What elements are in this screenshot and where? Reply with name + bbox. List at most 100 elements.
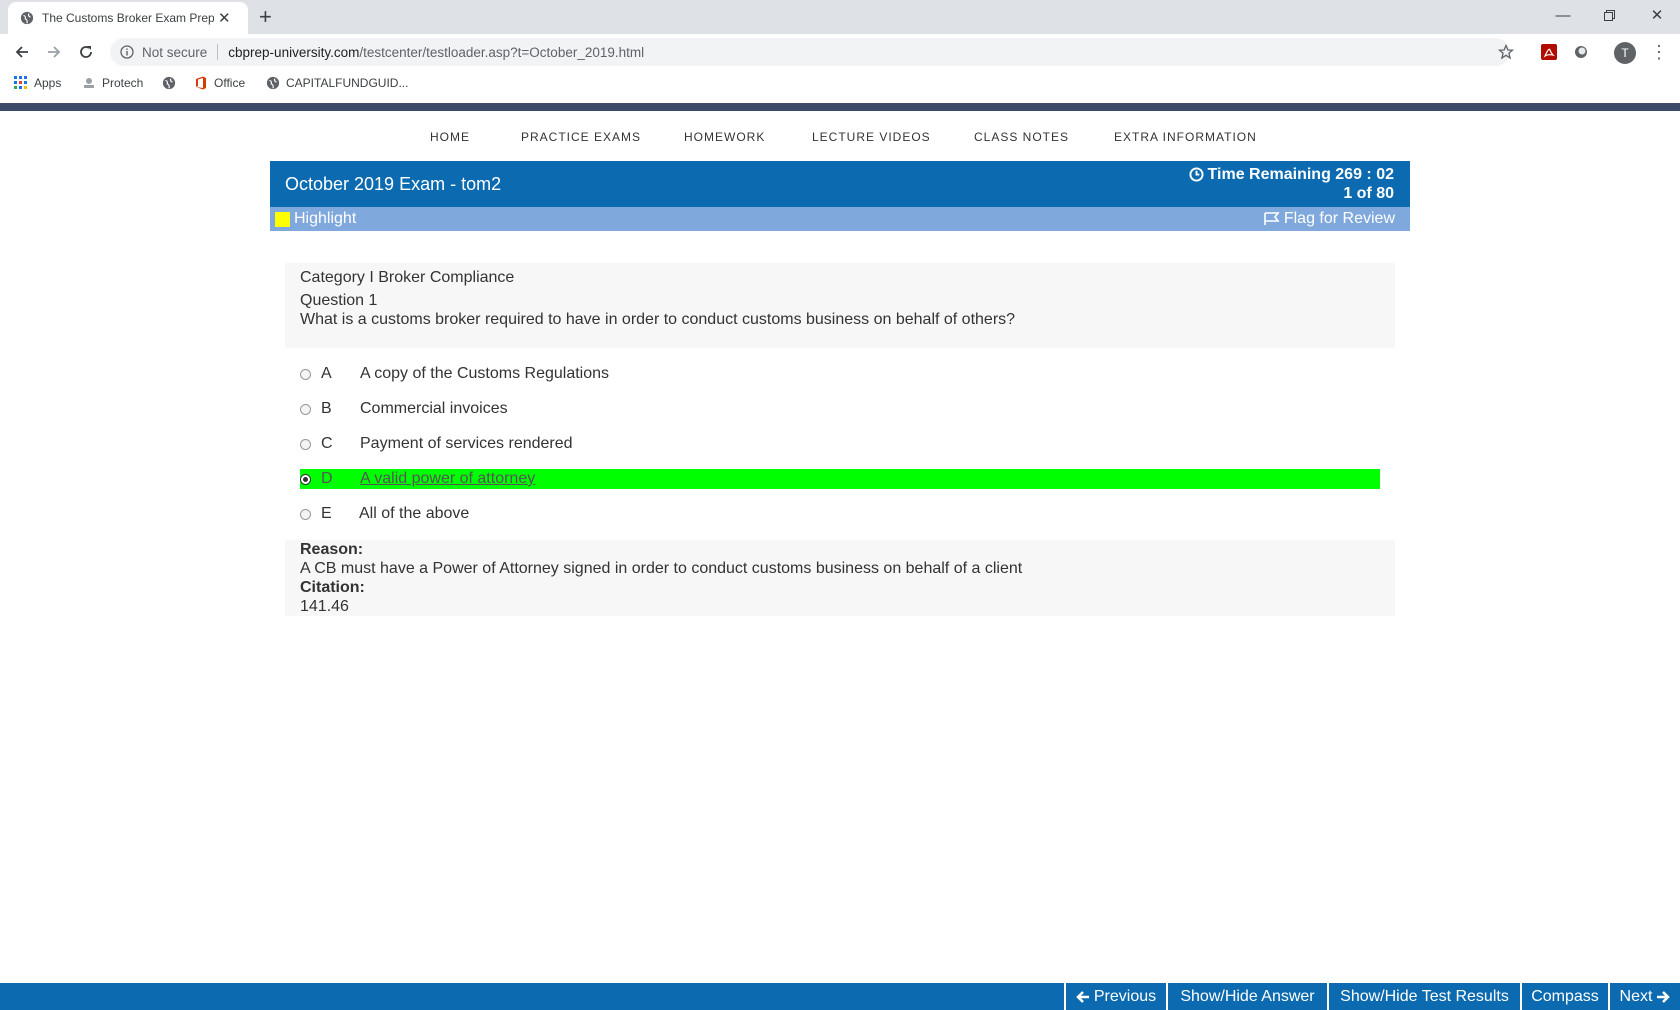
browser-tab[interactable]: The Customs Broker Exam Prep C ✕ bbox=[8, 2, 248, 34]
bookmark-capitalfund[interactable]: CAPITALFUNDGUID... bbox=[266, 76, 408, 90]
back-icon[interactable] bbox=[10, 40, 34, 64]
new-tab-icon[interactable]: + bbox=[259, 4, 272, 30]
globe-icon bbox=[20, 11, 34, 25]
citation-text: 141.46 bbox=[300, 598, 349, 615]
flag-label: Flag for Review bbox=[1283, 210, 1395, 227]
bookmark-label: CAPITALFUNDGUID... bbox=[286, 76, 409, 90]
show-hide-answer-button[interactable]: Show/Hide Answer bbox=[1166, 983, 1327, 1010]
radio-button-selected[interactable] bbox=[300, 473, 311, 485]
extension-icon[interactable] bbox=[1573, 44, 1589, 60]
reason-text: A CB must have a Power of Attorney signe… bbox=[300, 560, 1023, 577]
time-remaining: Time Remaining 269 : 02 bbox=[1207, 166, 1394, 183]
option-letter: E bbox=[321, 505, 332, 522]
option-letter: D bbox=[321, 470, 333, 487]
apps-grid-icon bbox=[14, 76, 27, 89]
pdf-extension-icon[interactable] bbox=[1541, 44, 1557, 60]
question-box: Category I Broker Compliance Question 1 … bbox=[285, 263, 1395, 348]
info-icon[interactable] bbox=[120, 45, 134, 59]
answer-option-a[interactable]: A A copy of the Customs Regulations bbox=[300, 364, 1380, 384]
highlight-button[interactable]: Highlight bbox=[275, 210, 356, 228]
highlight-label: Highlight bbox=[294, 210, 357, 227]
reason-label: Reason: bbox=[300, 541, 364, 558]
exam-header: October 2019 Exam - tom2 Time Remaining … bbox=[270, 161, 1410, 207]
citation-label: Citation: bbox=[300, 579, 365, 596]
forward-icon[interactable] bbox=[42, 40, 66, 64]
page-top-stripe bbox=[0, 103, 1680, 111]
nav-homework[interactable]: HOMEWORK bbox=[684, 130, 765, 144]
nav-practice-exams[interactable]: PRACTICE EXAMS bbox=[521, 130, 641, 144]
bookmark-office[interactable]: Office bbox=[194, 76, 245, 90]
compass-button[interactable]: Compass bbox=[1520, 983, 1608, 1010]
bookmark-label: Apps bbox=[34, 76, 62, 90]
option-text: A valid power of attorney bbox=[360, 470, 536, 487]
restore-icon[interactable] bbox=[1586, 0, 1632, 30]
minimize-icon[interactable]: — bbox=[1540, 0, 1586, 30]
highlight-swatch-icon bbox=[275, 211, 290, 227]
profile-avatar[interactable]: T bbox=[1614, 42, 1636, 64]
reload-icon[interactable] bbox=[74, 40, 98, 64]
radio-button[interactable] bbox=[300, 403, 311, 415]
highlight-bar: Highlight Flag for Review bbox=[270, 207, 1410, 231]
answer-option-d[interactable]: D A valid power of attorney bbox=[300, 469, 1380, 489]
radio-button[interactable] bbox=[300, 508, 311, 520]
option-text: All of the above bbox=[359, 505, 470, 522]
radio-button[interactable] bbox=[300, 438, 311, 450]
previous-label: Previous bbox=[1093, 987, 1157, 1005]
site-nav: HOME PRACTICE EXAMS HOMEWORK LECTURE VID… bbox=[0, 130, 1680, 146]
question-category: Category I Broker Compliance bbox=[300, 269, 515, 286]
answer-option-c[interactable]: C Payment of services rendered bbox=[300, 434, 1380, 454]
option-letter: A bbox=[321, 365, 332, 382]
bookmark-apps[interactable]: Apps bbox=[14, 76, 61, 90]
question-text: What is a customs broker required to hav… bbox=[300, 311, 1016, 328]
reason-box: Reason: A CB must have a Power of Attorn… bbox=[285, 540, 1395, 616]
radio-button[interactable] bbox=[300, 368, 311, 380]
url-text[interactable]: cbprep-university.com/testcenter/testloa… bbox=[228, 45, 644, 60]
close-window-icon[interactable]: ✕ bbox=[1634, 0, 1680, 30]
browser-toolbar: Not secure cbprep-university.com/testcen… bbox=[0, 34, 1680, 70]
arrow-right-icon bbox=[1657, 990, 1671, 1003]
answer-option-e[interactable]: E All of the above bbox=[300, 504, 1380, 524]
previous-button[interactable]: Previous bbox=[1064, 983, 1166, 1010]
address-bar[interactable]: Not secure cbprep-university.com/testcen… bbox=[110, 38, 1510, 66]
answer-option-b[interactable]: B Commercial invoices bbox=[300, 399, 1380, 419]
nav-extra-information[interactable]: EXTRA INFORMATION bbox=[1114, 130, 1257, 144]
nav-lecture-videos[interactable]: LECTURE VIDEOS bbox=[812, 130, 931, 144]
option-text: Payment of services rendered bbox=[360, 435, 573, 452]
exam-timer: Time Remaining 269 : 02 1 of 80 bbox=[1189, 165, 1394, 203]
globe-icon bbox=[162, 76, 176, 90]
bookmark-globe[interactable] bbox=[162, 76, 182, 90]
option-text: Commercial invoices bbox=[360, 400, 508, 417]
url-path: /testcenter/testloader.asp?t=October_201… bbox=[359, 44, 645, 60]
bookmark-label: Protech bbox=[102, 76, 144, 90]
bookmark-protech[interactable]: Protech bbox=[82, 76, 143, 90]
bottom-action-bar: Previous Show/Hide Answer Show/Hide Test… bbox=[0, 983, 1680, 1010]
bookmark-star-icon[interactable] bbox=[1498, 44, 1514, 60]
browser-tabstrip: The Customs Broker Exam Prep C ✕ + — ✕ bbox=[0, 0, 1680, 34]
tab-close-icon[interactable]: ✕ bbox=[218, 9, 231, 27]
arrow-left-icon bbox=[1076, 990, 1089, 1003]
exam-title: October 2019 Exam - tom2 bbox=[285, 174, 502, 194]
flag-icon bbox=[1264, 212, 1280, 225]
question-number: Question 1 bbox=[300, 292, 378, 309]
option-text: A copy of the Customs Regulations bbox=[360, 365, 610, 382]
flag-for-review-button[interactable]: Flag for Review bbox=[1263, 210, 1395, 228]
question-progress: 1 of 80 bbox=[1343, 185, 1394, 202]
next-button[interactable]: Next bbox=[1608, 983, 1680, 1010]
option-letter: C bbox=[321, 435, 333, 452]
address-separator bbox=[217, 44, 219, 60]
protech-icon bbox=[84, 78, 94, 88]
show-hide-results-button[interactable]: Show/Hide Test Results bbox=[1327, 983, 1520, 1010]
nav-home[interactable]: HOME bbox=[430, 130, 470, 144]
next-label: Next bbox=[1619, 987, 1653, 1005]
bookmark-label: Office bbox=[214, 76, 246, 90]
office-icon bbox=[196, 76, 206, 90]
nav-class-notes[interactable]: CLASS NOTES bbox=[974, 130, 1069, 144]
security-label: Not secure bbox=[142, 44, 208, 60]
tab-title: The Customs Broker Exam Prep C bbox=[42, 11, 214, 25]
bookmarks-bar: Apps Protech Office CAPITALFUNDGUID... bbox=[0, 70, 1680, 98]
url-host: cbprep-university.com bbox=[228, 44, 360, 60]
option-letter: B bbox=[321, 400, 332, 417]
globe-icon bbox=[266, 76, 280, 90]
browser-menu-icon[interactable]: ⋮ bbox=[1650, 42, 1668, 63]
clock-icon bbox=[1189, 167, 1204, 182]
